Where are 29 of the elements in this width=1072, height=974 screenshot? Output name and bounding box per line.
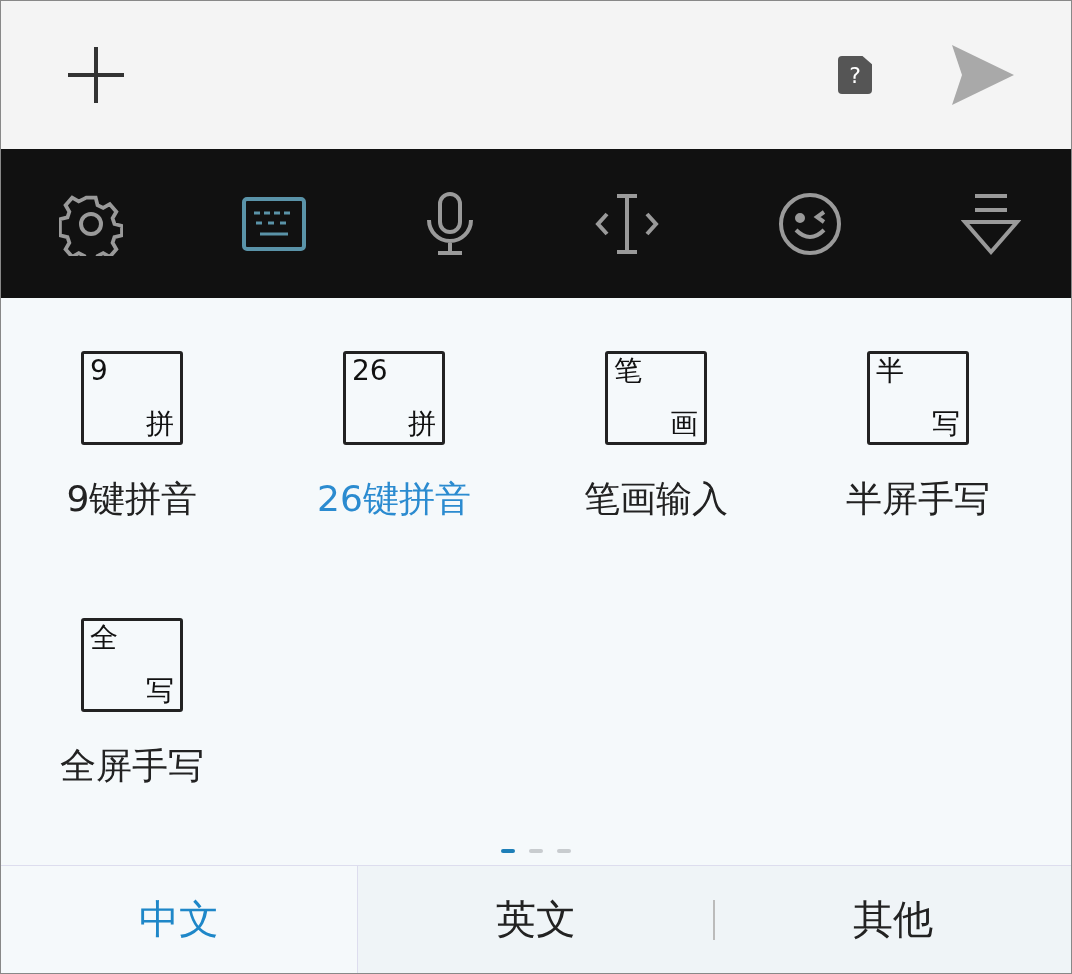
badge-label: 拼 (146, 409, 174, 440)
language-tab[interactable]: 其他 (715, 866, 1071, 973)
layout-label[interactable]: 9键拼音 (66, 475, 198, 524)
badge-label: 半 (876, 356, 904, 387)
layout-label[interactable]: 笔画输入 (584, 475, 728, 524)
winking-face-icon[interactable] (777, 191, 842, 256)
layout-badge[interactable]: 半 写 (867, 351, 969, 445)
badge-label: 画 (670, 409, 698, 440)
layout-badge[interactable]: 笔 画 (605, 351, 707, 445)
badge-label: 笔 (614, 356, 642, 387)
language-tab[interactable]: 英文 (357, 866, 714, 973)
badge-label: 拼 (408, 409, 436, 440)
layout-badge[interactable]: 9 拼 (81, 351, 183, 445)
layout-badge[interactable]: 全 写 (81, 618, 183, 712)
layout-label[interactable]: 全屏手写 (60, 742, 204, 791)
help-badge[interactable]: ? (838, 56, 872, 94)
badge-label: 全 (90, 623, 118, 654)
keyboard-icon[interactable] (242, 196, 307, 251)
badge-label: 9 (90, 356, 108, 387)
collapse-icon[interactable] (960, 191, 1021, 256)
badge-label: 写 (932, 409, 960, 440)
layout-label[interactable]: 半屏手写 (846, 475, 990, 524)
plus-icon[interactable] (66, 45, 126, 105)
text-cursor-icon[interactable] (594, 191, 659, 256)
badge-label: 写 (146, 676, 174, 707)
language-tab[interactable]: 中文 (1, 866, 358, 973)
layout-badge[interactable]: 26 拼 (343, 351, 445, 445)
microphone-icon[interactable] (425, 191, 476, 256)
badge-label: 26 (352, 356, 388, 387)
